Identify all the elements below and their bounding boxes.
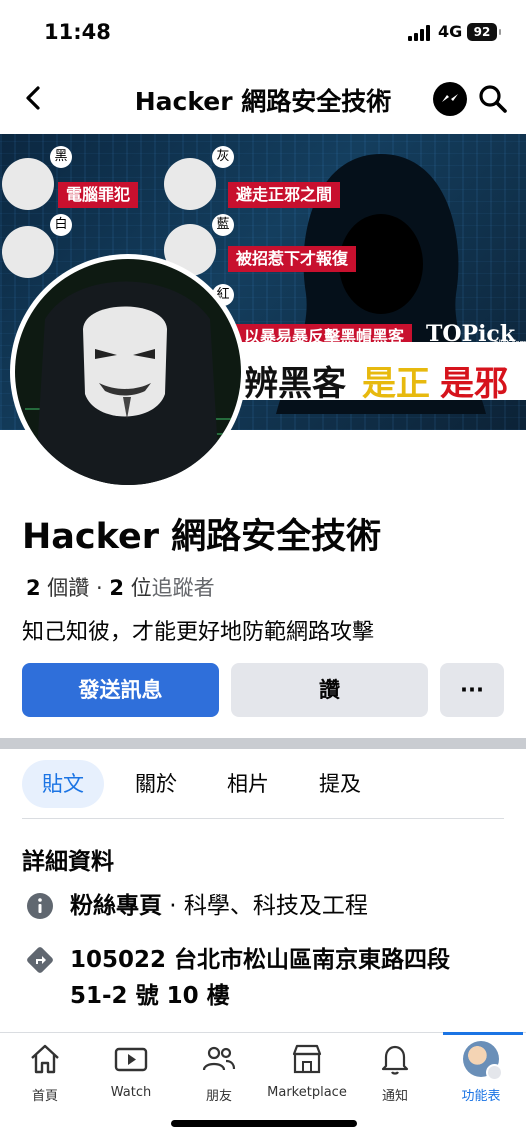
page-header: Hacker 網路安全技術 <box>0 74 526 122</box>
tabbar-watch[interactable]: Watch <box>86 1041 176 1100</box>
search-icon[interactable] <box>476 82 510 116</box>
like-button[interactable]: 讚 <box>231 663 428 717</box>
tab-about[interactable]: 關於 <box>118 760 194 808</box>
menu-badge-icon <box>486 1064 503 1081</box>
tabbar-marketplace-label: Marketplace <box>267 1085 347 1100</box>
tabbar-watch-label: Watch <box>110 1085 152 1100</box>
address-line-2: 51-2 號 10 樓 <box>70 983 230 1009</box>
category-type: 粉絲專頁 <box>70 893 162 919</box>
tab-mentions[interactable]: 提及 <box>302 760 378 808</box>
menu-avatar-icon <box>463 1041 503 1081</box>
tabbar-home-label: 首頁 <box>31 1089 58 1104</box>
cover-tag-grey: 避走正邪之間 <box>228 182 341 208</box>
category-text: 粉絲專頁 · 科學、科技及工程 <box>70 888 368 924</box>
detail-category: 粉絲專頁 · 科學、科技及工程 <box>22 888 512 924</box>
status-bar: 11:48 4G 92 <box>0 0 526 64</box>
followers-unit: 位 <box>123 576 152 600</box>
avatar-image <box>15 259 241 485</box>
home-icon <box>31 1044 59 1074</box>
messenger-icon[interactable] <box>433 82 467 116</box>
followers-count: 2 <box>109 576 124 600</box>
tab-posts[interactable]: 貼文 <box>22 760 104 808</box>
cover-label-blue: 藍 <box>212 214 234 236</box>
network-label: 4G <box>438 22 463 41</box>
directions-icon <box>27 947 53 973</box>
tabbar-notifications-label: 通知 <box>381 1089 408 1104</box>
watch-icon <box>114 1047 148 1072</box>
section-divider <box>0 738 526 749</box>
tabbar-friends-label: 朋友 <box>205 1089 232 1104</box>
bell-icon <box>381 1045 409 1075</box>
white-hat-face <box>2 226 54 278</box>
page-stats: 2 個讚 · 2 位追蹤者 <box>26 572 215 602</box>
tab-photos[interactable]: 相片 <box>210 760 286 808</box>
marketplace-icon <box>292 1044 322 1074</box>
profile-avatar[interactable] <box>10 254 246 490</box>
cover-tag-blue: 被招惹下才報復 <box>228 246 357 272</box>
tabbar-notifications[interactable]: 通知 <box>350 1041 440 1104</box>
home-indicator <box>171 1120 357 1127</box>
status-time: 11:48 <box>44 20 111 44</box>
cover-headline-c: 是邪 <box>440 364 508 404</box>
cover-label-white: 白 <box>50 214 72 236</box>
send-message-button[interactable]: 發送訊息 <box>22 663 219 717</box>
address-line-1: 105022 台北市松山區南京東路四段 <box>70 947 451 973</box>
cover-tag-criminal: 電腦罪犯 <box>58 182 139 208</box>
address-text: 105022 台北市松山區南京東路四段 51-2 號 10 樓 <box>70 942 450 1014</box>
cover-label-grey: 灰 <box>212 146 234 168</box>
detail-address[interactable]: 105022 台北市松山區南京東路四段 51-2 號 10 樓 <box>22 942 512 1014</box>
page-tagline: 知己知彼，才能更好地防範網路攻擊 <box>22 620 375 645</box>
tabbar-menu-label: 功能表 <box>461 1089 501 1104</box>
signal-icon <box>408 25 432 41</box>
back-icon[interactable] <box>18 82 50 114</box>
black-hat-face <box>2 158 54 210</box>
battery-icon: 92 <box>467 23 501 41</box>
page-name: Hacker 網路安全技術 <box>22 517 382 557</box>
followers-label[interactable]: 追蹤者 <box>152 576 215 600</box>
grey-hat-face <box>164 158 216 210</box>
more-options-button[interactable]: ··· <box>440 663 504 717</box>
friends-icon <box>202 1046 236 1071</box>
details-heading: 詳細資料 <box>22 849 114 875</box>
tabbar-home[interactable]: 首頁 <box>0 1041 90 1104</box>
likes-label[interactable]: 個讚 · <box>41 576 110 600</box>
info-icon <box>27 893 53 919</box>
tabbar-friends[interactable]: 朋友 <box>174 1041 264 1104</box>
cover-headline-b: 是正 <box>362 364 430 404</box>
tabs-divider <box>22 818 504 819</box>
category-value: · 科學、科技及工程 <box>162 893 368 919</box>
cover-headline-a: 辨黑客 <box>244 364 346 404</box>
likes-count: 2 <box>26 576 41 600</box>
tabbar-menu[interactable]: 功能表 <box>436 1041 526 1104</box>
cover-label-black: 黑 <box>50 146 72 168</box>
page-tabs: 貼文 關於 相片 提及 <box>0 760 526 812</box>
tabbar-active-indicator <box>443 1032 523 1035</box>
tabbar-marketplace[interactable]: Marketplace <box>262 1041 352 1100</box>
header-title: Hacker 網路安全技術 <box>134 87 392 116</box>
